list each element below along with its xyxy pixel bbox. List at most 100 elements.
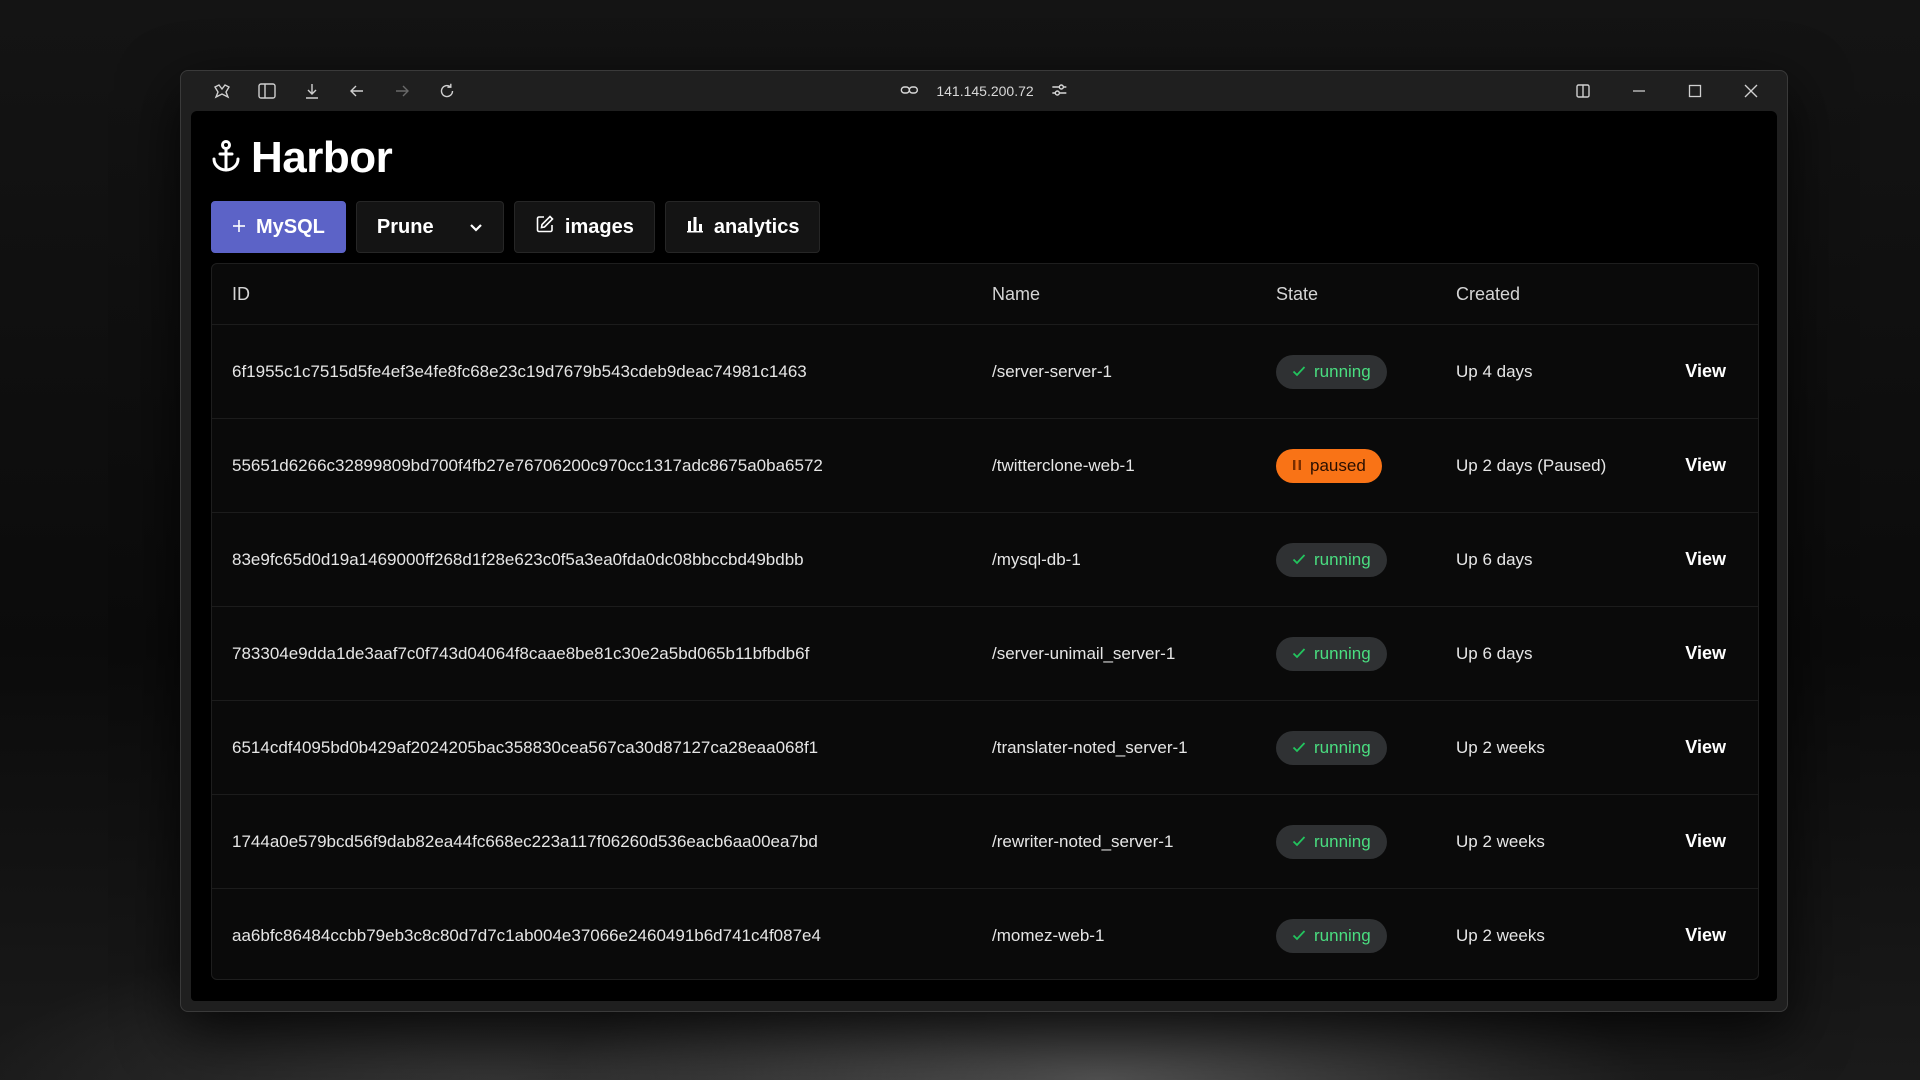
view-link[interactable]: View [1685,925,1726,945]
view-link[interactable]: View [1685,831,1726,851]
action-cell: View [1636,512,1758,607]
table-row: 783304e9dda1de3aaf7c0f743d04064f8caae8be… [212,606,1758,701]
images-label: images [564,215,634,238]
status-label: running [1314,549,1371,569]
container-name: /translater-noted_server-1 [972,700,1256,795]
chevron-down-icon [469,216,483,239]
table-row: 55651d6266c32899809bd700f4fb27e76706200c… [212,418,1758,513]
browser-titlebar: 141.145.200.72 [181,71,1787,111]
view-link[interactable]: View [1685,549,1726,569]
status-badge: running [1276,824,1387,859]
view-link[interactable]: View [1685,643,1726,663]
state-cell: paused [1256,418,1436,513]
status-badge: running [1276,730,1387,765]
page-content: Harbor MySQL Prune images analytics ID N… [191,111,1777,1001]
status-label: running [1314,925,1371,945]
status-label: running [1314,831,1371,851]
add-mysql-button[interactable]: MySQL [211,201,346,253]
browser-logo-icon[interactable] [199,71,244,111]
images-button[interactable]: images [513,201,655,253]
prune-dropdown-button[interactable]: Prune [355,201,504,253]
state-cell: running [1256,606,1436,701]
prune-label: Prune [376,215,434,238]
address-bar[interactable]: 141.145.200.72 [900,83,1067,100]
action-cell: View [1636,794,1758,889]
split-view-icon[interactable] [1555,71,1611,111]
view-link[interactable]: View [1685,361,1726,381]
state-cell: running [1256,324,1436,419]
minimize-icon[interactable] [1611,71,1667,111]
table-row: 83e9fc65d0d19a1469000ff268d1f28e623c0f5a… [212,512,1758,607]
browser-window: 141.145.200.72 Harbor MySQL Prune images… [180,70,1788,1012]
add-mysql-label: MySQL [256,215,325,238]
check-icon [1292,832,1306,852]
column-header-actions [1636,264,1758,325]
table-row: 1744a0e579bcd56f9dab82ea44fc668ec223a117… [212,794,1758,889]
status-label: running [1314,737,1371,757]
app-brand: Harbor [211,133,393,183]
column-header-created[interactable]: Created [1436,264,1636,325]
action-cell: View [1636,889,1758,980]
container-id: 783304e9dda1de3aaf7c0f743d04064f8caae8be… [212,606,972,701]
status-badge: running [1276,636,1387,671]
forward-arrow-icon[interactable] [379,71,424,111]
container-name: /twitterclone-web-1 [972,418,1256,513]
page-title: Harbor [251,133,393,182]
status-badge: running [1276,354,1387,389]
column-header-state[interactable]: State [1256,264,1436,325]
table-row: aa6bfc86484ccbb79eb3c8c80d7d7c1ab004e370… [212,889,1758,980]
container-name: /mysql-db-1 [972,512,1256,607]
check-icon [1292,644,1306,664]
toolbar: MySQL Prune images analytics [211,201,821,253]
status-badge: paused [1276,448,1382,483]
table-row: 6514cdf4095bd0b429af2024205bac358830cea5… [212,700,1758,795]
created-text: Up 2 weeks [1436,794,1636,889]
created-text: Up 6 days [1436,512,1636,607]
container-name: /server-unimail_server-1 [972,606,1256,701]
analytics-button[interactable]: analytics [664,201,821,253]
check-icon [1292,550,1306,570]
bar-chart-icon [686,215,704,239]
state-cell: running [1256,889,1436,980]
maximize-icon[interactable] [1667,71,1723,111]
check-icon [1292,926,1306,946]
edit-icon [535,214,555,240]
back-arrow-icon[interactable] [334,71,379,111]
sidebar-toggle-icon[interactable] [244,71,289,111]
container-name: /momez-web-1 [992,925,1105,945]
check-icon [1292,362,1306,382]
plus-icon [232,216,246,239]
container-id: 6514cdf4095bd0b429af2024205bac358830cea5… [212,700,972,795]
table-header-row: ID Name State Created [212,264,1758,325]
container-name: /server-server-1 [972,324,1256,419]
containers-table: ID Name State Created 6f1955c1c7515d5fe4… [211,263,1759,980]
view-link[interactable]: View [1685,737,1726,757]
container-id: 1744a0e579bcd56f9dab82ea44fc668ec223a117… [212,794,972,889]
created-text: Up 2 days (Paused) [1436,418,1636,513]
action-cell: View [1636,700,1758,795]
column-header-id[interactable]: ID [212,264,972,325]
reload-icon[interactable] [424,71,469,111]
container-id: 6f1955c1c7515d5fe4ef3e4fe8fc68e23c19d767… [212,324,972,419]
action-cell: View [1636,324,1758,419]
status-label: running [1314,643,1371,663]
action-cell: View [1636,606,1758,701]
column-header-name[interactable]: Name [972,264,1256,325]
status-badge: running [1276,918,1387,953]
download-icon[interactable] [289,71,334,111]
table-row: 6f1955c1c7515d5fe4ef3e4fe8fc68e23c19d767… [212,324,1758,419]
state-cell: running [1256,512,1436,607]
analytics-label: analytics [713,215,800,238]
state-cell: running [1256,794,1436,889]
container-id: 83e9fc65d0d19a1469000ff268d1f28e623c0f5a… [212,512,972,607]
close-icon[interactable] [1723,71,1779,111]
status-label: paused [1310,455,1366,475]
status-label: running [1314,361,1371,381]
state-cell: running [1256,700,1436,795]
container-name: /rewriter-noted_server-1 [972,794,1256,889]
created-text: Up 2 weeks [1456,925,1545,945]
site-settings-icon[interactable] [1052,83,1068,100]
address-text[interactable]: 141.145.200.72 [936,83,1033,99]
action-cell: View [1636,418,1758,513]
view-link[interactable]: View [1685,455,1726,475]
